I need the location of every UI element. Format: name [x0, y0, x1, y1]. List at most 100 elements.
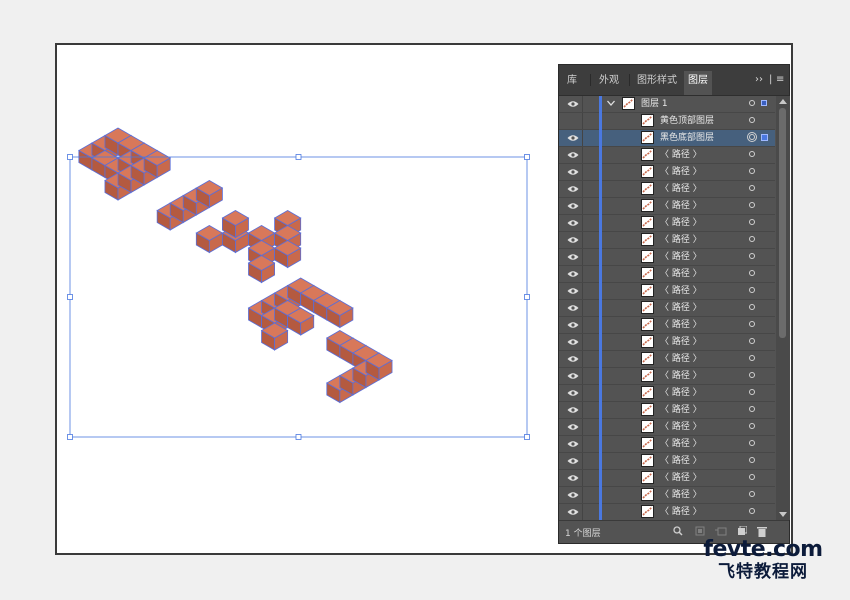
panel-overflow-icon[interactable]: ››: [755, 74, 763, 86]
selection-indicator[interactable]: [761, 134, 768, 141]
path-row[interactable]: 〈 路径 〉: [559, 232, 775, 249]
layer-name[interactable]: 〈 路径 〉: [660, 183, 702, 195]
target-icon[interactable]: [749, 474, 755, 480]
path-row[interactable]: 〈 路径 〉: [559, 419, 775, 436]
visibility-eye-icon[interactable]: [567, 440, 579, 448]
target-icon[interactable]: [749, 168, 755, 174]
layer-name[interactable]: 〈 路径 〉: [660, 336, 702, 348]
visibility-eye-icon[interactable]: [567, 423, 579, 431]
path-row[interactable]: 〈 路径 〉: [559, 402, 775, 419]
path-row[interactable]: 〈 路径 〉: [559, 181, 775, 198]
visibility-eye-icon[interactable]: [567, 372, 579, 380]
transform-handle[interactable]: [295, 434, 302, 440]
path-row[interactable]: 〈 路径 〉: [559, 249, 775, 266]
transform-handle[interactable]: [524, 434, 530, 440]
selection-indicator[interactable]: [761, 100, 767, 106]
path-row[interactable]: 〈 路径 〉: [559, 351, 775, 368]
path-row[interactable]: 〈 路径 〉: [559, 504, 775, 520]
panel-menu-icon[interactable]: ≡: [776, 74, 784, 86]
tab-graphic-styles[interactable]: 图形样式: [633, 71, 681, 95]
visibility-eye-icon[interactable]: [567, 457, 579, 465]
tab-library[interactable]: 库: [563, 71, 581, 95]
visibility-eye-icon[interactable]: [567, 389, 579, 397]
visibility-eye-icon[interactable]: [567, 321, 579, 329]
target-icon[interactable]: [749, 100, 755, 106]
visibility-eye-icon[interactable]: [567, 185, 579, 193]
layer-name[interactable]: 〈 路径 〉: [660, 166, 702, 178]
visibility-eye-icon[interactable]: [567, 508, 579, 516]
target-icon[interactable]: [749, 185, 755, 191]
target-icon[interactable]: [749, 457, 755, 463]
target-icon[interactable]: [749, 508, 755, 514]
target-icon[interactable]: [749, 389, 755, 395]
layer-name[interactable]: 〈 路径 〉: [660, 268, 702, 280]
layer-name[interactable]: 〈 路径 〉: [660, 438, 702, 450]
visibility-eye-icon[interactable]: [567, 168, 579, 176]
visibility-eye-icon[interactable]: [567, 236, 579, 244]
layer-name[interactable]: 黄色顶部图层: [660, 115, 714, 127]
tab-appearance[interactable]: 外观: [595, 71, 623, 95]
layer-name[interactable]: 〈 路径 〉: [660, 421, 702, 433]
transform-handle[interactable]: [524, 154, 530, 160]
tab-layers[interactable]: 图层: [684, 71, 712, 95]
layer-name[interactable]: 〈 路径 〉: [660, 387, 702, 399]
target-icon[interactable]: [749, 202, 755, 208]
transform-handle[interactable]: [67, 154, 73, 160]
layer-name[interactable]: 〈 路径 〉: [660, 404, 702, 416]
transform-handle[interactable]: [295, 154, 302, 160]
target-icon[interactable]: [749, 270, 755, 276]
target-icon[interactable]: [747, 132, 757, 142]
layer-name[interactable]: 〈 路径 〉: [660, 489, 702, 501]
locate-object-icon[interactable]: [673, 526, 683, 536]
target-icon[interactable]: [749, 440, 755, 446]
layer-name[interactable]: 图层 1: [641, 98, 668, 110]
path-row[interactable]: 〈 路径 〉: [559, 283, 775, 300]
target-icon[interactable]: [749, 236, 755, 242]
new-layer-icon[interactable]: [737, 525, 748, 536]
target-icon[interactable]: [749, 219, 755, 225]
visibility-eye-icon[interactable]: [567, 100, 579, 108]
layer-name[interactable]: 黑色底部图层: [660, 132, 714, 144]
path-row[interactable]: 〈 路径 〉: [559, 300, 775, 317]
path-row[interactable]: 〈 路径 〉: [559, 266, 775, 283]
visibility-eye-icon[interactable]: [567, 287, 579, 295]
layer-name[interactable]: 〈 路径 〉: [660, 472, 702, 484]
target-icon[interactable]: [749, 321, 755, 327]
layer-name[interactable]: 〈 路径 〉: [660, 455, 702, 467]
visibility-eye-icon[interactable]: [567, 202, 579, 210]
visibility-eye-icon[interactable]: [567, 474, 579, 482]
path-row[interactable]: 〈 路径 〉: [559, 317, 775, 334]
path-row[interactable]: 〈 路径 〉: [559, 453, 775, 470]
target-icon[interactable]: [749, 406, 755, 412]
path-row[interactable]: 〈 路径 〉: [559, 385, 775, 402]
transform-handle[interactable]: [524, 294, 530, 300]
layer-name[interactable]: 〈 路径 〉: [660, 506, 702, 518]
visibility-eye-icon[interactable]: [567, 219, 579, 227]
visibility-eye-icon[interactable]: [567, 151, 579, 159]
layer-name[interactable]: 〈 路径 〉: [660, 370, 702, 382]
layer-name[interactable]: 〈 路径 〉: [660, 353, 702, 365]
path-row[interactable]: 〈 路径 〉: [559, 368, 775, 385]
expand-arrow-icon[interactable]: [607, 99, 615, 107]
path-row[interactable]: 〈 路径 〉: [559, 164, 775, 181]
target-icon[interactable]: [749, 355, 755, 361]
transform-handle[interactable]: [67, 434, 73, 440]
target-icon[interactable]: [749, 253, 755, 259]
target-icon[interactable]: [749, 117, 755, 123]
layer-name[interactable]: 〈 路径 〉: [660, 319, 702, 331]
path-row[interactable]: 〈 路径 〉: [559, 470, 775, 487]
target-icon[interactable]: [749, 423, 755, 429]
target-icon[interactable]: [749, 372, 755, 378]
layer-name[interactable]: 〈 路径 〉: [660, 285, 702, 297]
visibility-eye-icon[interactable]: [567, 406, 579, 414]
layer-list[interactable]: 图层 1 黄色顶部图层 黑色底部图层〈 路径 〉〈 路径 〉〈 路径 〉〈 路径 〉…: [559, 96, 775, 520]
path-row[interactable]: 〈 路径 〉: [559, 215, 775, 232]
scroll-down-icon[interactable]: [779, 512, 787, 517]
visibility-eye-icon[interactable]: [567, 491, 579, 499]
layers-panel[interactable]: 库 外观 图形样式 图层 ›› | ≡ 图层 1 黄色顶部图层 黑色底部图层〈 路径…: [558, 64, 790, 544]
make-clipping-mask-icon[interactable]: [695, 526, 705, 536]
visibility-eye-icon[interactable]: [567, 304, 579, 312]
visibility-eye-icon[interactable]: [567, 338, 579, 346]
target-icon[interactable]: [749, 491, 755, 497]
visibility-eye-icon[interactable]: [567, 270, 579, 278]
